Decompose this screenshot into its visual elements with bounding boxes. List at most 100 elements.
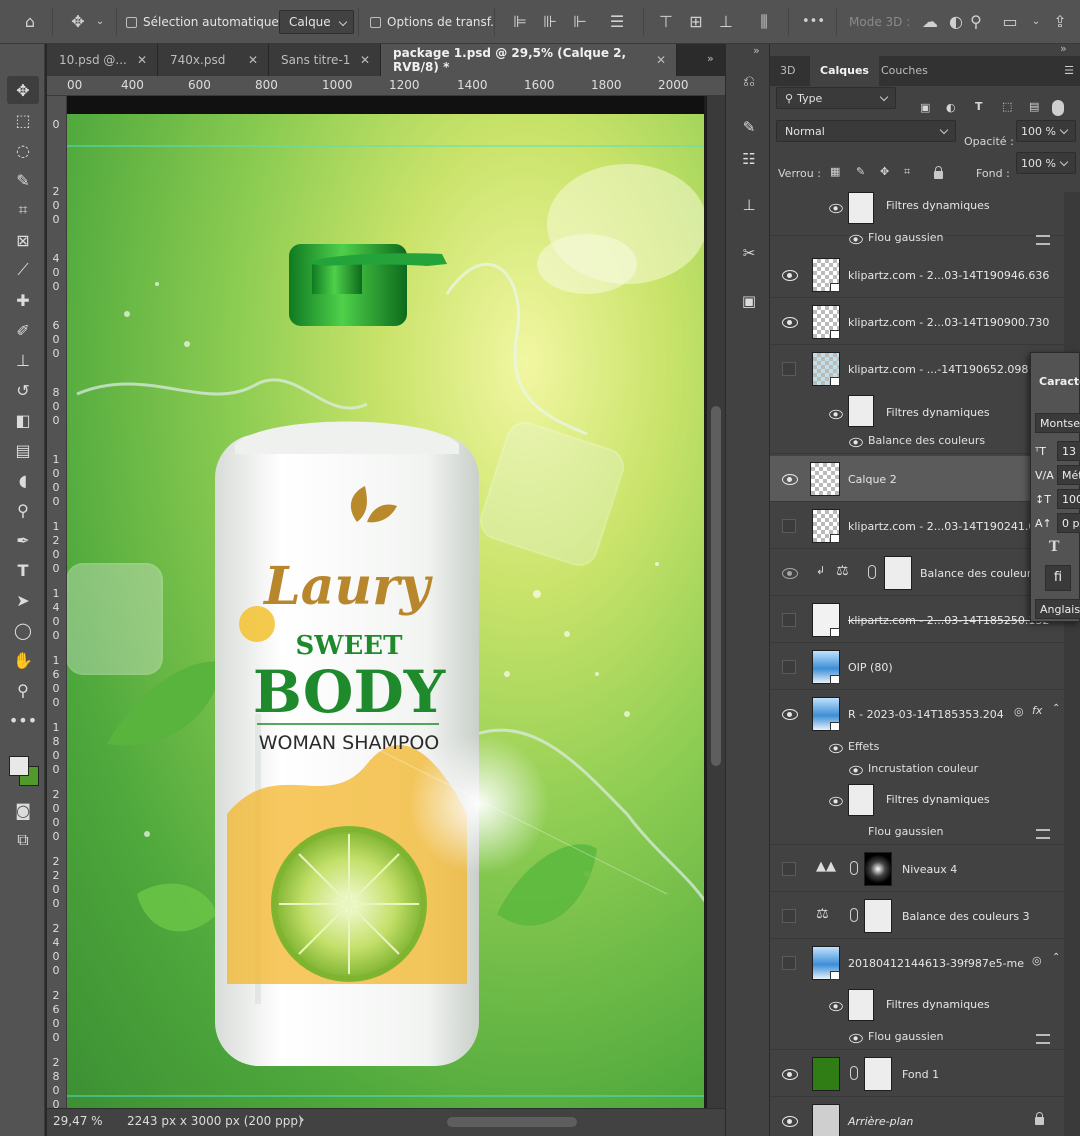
history-panel-icon[interactable]: ⎌ (736, 68, 762, 94)
layer-row[interactable]: klipartz.com - 2...03-14T185250.132 (770, 597, 1064, 643)
visibility-eye-icon[interactable] (849, 1033, 863, 1044)
search-icon[interactable]: ⚲ (966, 12, 986, 32)
share-icon[interactable]: ⇪ (1050, 12, 1070, 32)
move-tool-icon[interactable]: ✥ (7, 76, 39, 104)
layer-row-selected[interactable]: Calque 2 (770, 456, 1064, 502)
layer-row[interactable]: 20180412144613-39f987e5-me ◎ ⌃ (770, 940, 1064, 986)
close-icon[interactable]: ✕ (360, 53, 370, 67)
adjustments-panel-icon[interactable]: ☷ (736, 146, 762, 172)
clone-source-icon[interactable]: ⊥ (736, 192, 762, 218)
history-brush-icon[interactable]: ↺ (7, 376, 39, 404)
blend-mode-dropdown[interactable]: Normal (776, 120, 956, 142)
visibility-eye-icon[interactable] (849, 234, 863, 245)
tab-10-psd[interactable]: 10.psd @... ✕ (47, 44, 158, 76)
layer-row[interactable]: klipartz.com - 2...03-14T190900.730 (770, 299, 1064, 345)
layer-filter-dropdown[interactable]: ⚲ Type (776, 87, 896, 109)
filter-row[interactable]: Flou gaussien (770, 821, 1064, 845)
filter-row[interactable]: Flou gaussien (770, 1026, 1064, 1050)
horizontal-scrollbar[interactable] (447, 1117, 577, 1127)
3d-orbit-icon[interactable]: ☁ (920, 12, 940, 32)
visibility-eye-icon[interactable] (782, 1068, 798, 1080)
tab-layers[interactable]: Calques (810, 56, 879, 86)
visibility-eye-icon[interactable] (829, 796, 843, 807)
blur-tool-icon[interactable]: ◖ (7, 466, 39, 494)
background-layer-row[interactable]: Arrière-plan (770, 1098, 1064, 1136)
tab-channels[interactable]: Couches (871, 56, 938, 86)
baseline-shift-input[interactable]: 0 p (1057, 513, 1080, 533)
filter-type-icon[interactable]: T (975, 100, 983, 113)
visibility-toggle-off[interactable] (782, 862, 796, 876)
faux-bold-icon[interactable]: T (1049, 539, 1059, 555)
character-panel-title[interactable]: Caractè (1039, 375, 1080, 388)
visibility-toggle-off[interactable] (782, 956, 796, 970)
adjustment-layer-row[interactable]: ▲▲ Niveaux 4 (770, 846, 1064, 892)
move-tool-icon[interactable]: ✥ (68, 12, 88, 32)
close-icon[interactable]: ✕ (137, 53, 147, 67)
visibility-toggle-off[interactable] (782, 613, 796, 627)
3d-roll-icon[interactable]: ◐ (946, 12, 966, 32)
adjustment-layer-row[interactable]: ⚖ Balance des couleurs 3 (770, 893, 1064, 939)
eyedropper-tool-icon[interactable]: ⟋ (7, 256, 39, 284)
filter-options-icon[interactable] (1036, 1034, 1050, 1044)
font-size-input[interactable]: 13 (1057, 441, 1080, 461)
close-icon[interactable]: ✕ (248, 53, 258, 67)
layer-row[interactable]: Fond 1 (770, 1051, 1064, 1097)
chevron-up-icon[interactable]: ⌃ (1052, 952, 1060, 963)
collapse-arrows-icon[interactable]: » (1060, 42, 1067, 55)
collapse-arrows-icon[interactable]: » (707, 52, 714, 65)
lock-position-icon[interactable]: ✥ (880, 165, 889, 178)
align-middle-icon[interactable]: ⊞ (686, 12, 706, 32)
kerning-select[interactable]: Mét (1057, 465, 1080, 485)
filter-row[interactable]: Balance des couleurs (770, 430, 1064, 454)
expand-arrows-icon[interactable]: » (753, 44, 760, 57)
filter-toggle[interactable] (1052, 100, 1064, 116)
transform-options[interactable]: Options de transf. (370, 0, 494, 44)
filter-row[interactable]: Flou gaussien (770, 228, 1064, 250)
visibility-toggle-off[interactable] (782, 519, 796, 533)
artboard[interactable]: Laury SWEET BODY WOMAN SHAMPOO (67, 114, 704, 1108)
font-family-select[interactable]: Montser (1035, 413, 1080, 433)
tool-presets-icon[interactable]: ✂ (736, 240, 762, 266)
visibility-eye-icon[interactable] (782, 1115, 798, 1127)
more-tools-icon[interactable]: ••• (7, 706, 39, 734)
pen-tool-icon[interactable]: ✒ (7, 526, 39, 554)
auto-select-target-dropdown[interactable]: Calque (279, 10, 354, 34)
auto-select-option[interactable]: Sélection automatique : (126, 0, 287, 44)
ligature-icon[interactable]: ﬁ (1045, 565, 1071, 591)
layers-scrollbar[interactable] (1064, 192, 1080, 1136)
layer-row[interactable]: klipartz.com - 2...03-14T190241.046 (770, 503, 1064, 549)
smart-filters-row[interactable]: Filtres dynamiques (770, 986, 1064, 1026)
brush-tool-icon[interactable]: ✐ (7, 316, 39, 344)
vertical-scale-input[interactable]: 100 (1057, 489, 1080, 509)
visibility-eye-icon[interactable] (782, 567, 798, 579)
marquee-tool-icon[interactable]: ⬚ (7, 106, 39, 134)
scroll-thumb[interactable] (711, 406, 721, 766)
filter-options-icon[interactable] (1036, 235, 1050, 245)
lasso-tool-icon[interactable]: ◌ (7, 136, 39, 164)
layer-row[interactable]: klipartz.com - ...-14T190652.098 (770, 346, 1064, 392)
effects-row[interactable]: Effets (770, 737, 1064, 759)
language-select[interactable]: Anglais (1035, 599, 1080, 619)
healing-brush-icon[interactable]: ✚ (7, 286, 39, 314)
filter-adjustment-icon[interactable]: ◐ (946, 101, 956, 114)
transform-options-checkbox[interactable] (370, 16, 381, 28)
adjustment-layer-row[interactable]: ↲ ⚖ Balance des couleurs (770, 550, 1064, 596)
visibility-eye-icon[interactable] (849, 765, 863, 776)
visibility-eye-icon[interactable] (829, 203, 843, 214)
visibility-eye-icon[interactable] (829, 409, 843, 420)
distribute-icon[interactable]: ☰ (607, 12, 627, 32)
tab-740x-psd[interactable]: 740x.psd ✕ (158, 44, 269, 76)
panel-menu-icon[interactable]: ☰ (1064, 64, 1074, 77)
auto-select-checkbox[interactable] (126, 16, 137, 28)
info-panel-icon[interactable]: ▣ (736, 288, 762, 314)
layer-row[interactable]: R - 2023-03-14T185353.204 ◎ fx ⌃ (770, 691, 1064, 737)
quick-mask-icon[interactable]: ◙ (7, 796, 39, 824)
vertical-scrollbar[interactable] (707, 96, 725, 1108)
chevron-up-icon[interactable]: ⌃ (1052, 703, 1060, 714)
link-chain-icon[interactable] (850, 861, 858, 875)
visibility-toggle-off[interactable] (782, 362, 796, 376)
lock-transparency-icon[interactable]: ▦ (830, 165, 840, 178)
home-icon[interactable]: ⌂ (20, 12, 40, 32)
visibility-eye-icon[interactable] (782, 473, 798, 485)
align-right-icon[interactable]: ⊩ (570, 12, 590, 32)
